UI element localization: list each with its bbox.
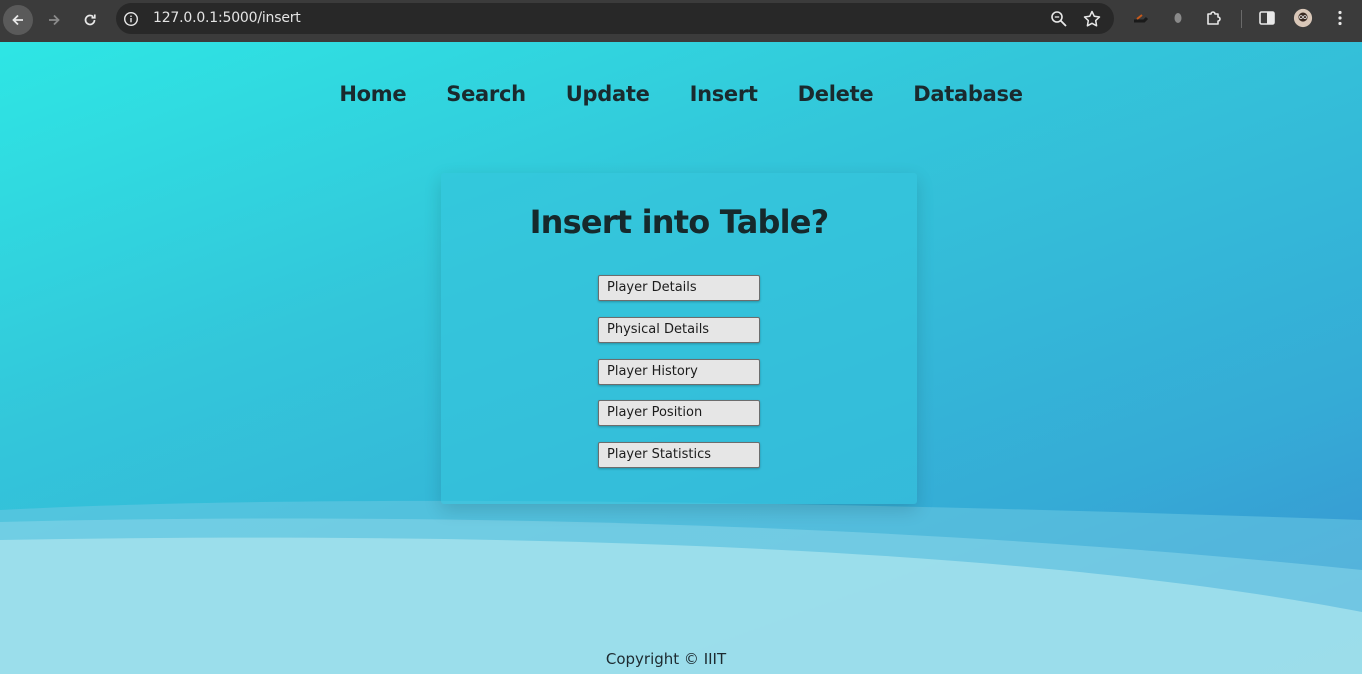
nav-insert[interactable]: Insert — [690, 82, 758, 106]
toolbar-divider — [1241, 10, 1242, 28]
player-position-button[interactable]: Player Position — [598, 400, 760, 426]
insert-card: Insert into Table? Player Details Physic… — [441, 173, 917, 504]
footer-copyright: Copyright © IIIT — [605, 650, 727, 668]
nav-delete[interactable]: Delete — [798, 82, 874, 106]
browser-toolbar: 127.0.0.1:5000/insert — [0, 0, 1362, 42]
extension-icon[interactable] — [1131, 8, 1151, 28]
back-button[interactable] — [3, 5, 33, 35]
player-details-button[interactable]: Player Details — [598, 275, 760, 301]
player-history-button[interactable]: Player History — [598, 359, 760, 385]
nav-home[interactable]: Home — [339, 82, 406, 106]
url-text: 127.0.0.1:5000/insert — [153, 10, 301, 26]
arrow-left-icon — [12, 14, 23, 26]
extension-dot-icon[interactable] — [1168, 8, 1188, 28]
nav-search[interactable]: Search — [446, 82, 526, 106]
reload-button[interactable] — [75, 5, 105, 35]
page-body: Home Search Update Insert Delete Databas… — [0, 42, 1362, 674]
address-bar[interactable]: 127.0.0.1:5000/insert — [116, 3, 1114, 34]
side-panel-icon[interactable] — [1257, 8, 1277, 28]
more-menu-icon[interactable] — [1330, 8, 1350, 28]
profile-avatar[interactable] — [1293, 8, 1313, 28]
physical-details-button[interactable]: Physical Details — [598, 317, 760, 343]
nav-update[interactable]: Update — [566, 82, 650, 106]
arrow-right-icon — [49, 14, 60, 26]
top-navigation: Home Search Update Insert Delete Databas… — [0, 82, 1362, 106]
zoom-icon[interactable] — [1050, 10, 1068, 28]
player-statistics-button[interactable]: Player Statistics — [598, 442, 760, 468]
reload-icon — [84, 14, 96, 26]
bookmark-star-icon[interactable] — [1082, 9, 1102, 29]
site-info-icon[interactable] — [123, 11, 139, 27]
nav-database[interactable]: Database — [913, 82, 1023, 106]
forward-button[interactable] — [39, 5, 69, 35]
card-title: Insert into Table? — [529, 203, 830, 241]
extensions-puzzle-icon[interactable] — [1204, 8, 1224, 28]
